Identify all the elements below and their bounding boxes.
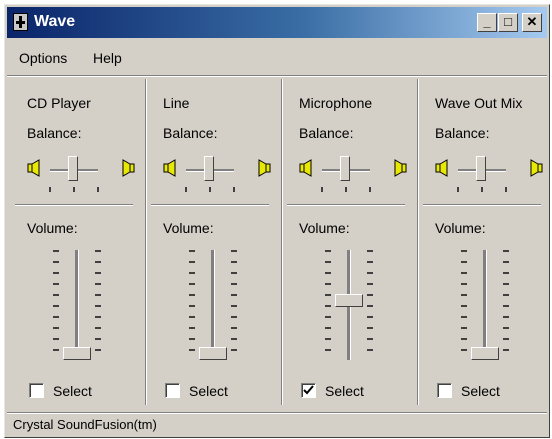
- volume-slider-thumb[interactable]: [199, 347, 227, 360]
- channel-wave-out-mix: Wave Out Mix Balance: Volume: Select: [417, 79, 551, 405]
- select-label[interactable]: Select: [461, 383, 500, 399]
- speaker-right-icon: [122, 159, 135, 177]
- select-checkbox[interactable]: [301, 383, 316, 398]
- volume-label: Volume:: [435, 220, 486, 236]
- speaker-right-icon: [394, 159, 407, 177]
- volume-slider[interactable]: [325, 250, 373, 362]
- menu-options[interactable]: Options: [19, 50, 67, 66]
- balance-label: Balance:: [27, 125, 82, 141]
- balance-label: Balance:: [163, 125, 218, 141]
- balance-slider[interactable]: [175, 154, 245, 194]
- volume-slider-thumb[interactable]: [335, 293, 363, 307]
- volume-slider-thumb[interactable]: [63, 347, 91, 360]
- channel-name: Line: [163, 95, 190, 111]
- volume-slider-thumb[interactable]: [471, 347, 499, 360]
- speaker-right-icon: [530, 159, 543, 177]
- divider: [151, 204, 269, 206]
- volume-label: Volume:: [27, 220, 78, 236]
- balance-slider-thumb[interactable]: [340, 156, 350, 181]
- divider: [287, 204, 405, 206]
- menu-help[interactable]: Help: [93, 50, 122, 66]
- select-label[interactable]: Select: [53, 383, 92, 399]
- divider: [423, 204, 541, 206]
- balance-label: Balance:: [435, 125, 490, 141]
- balance-slider-thumb[interactable]: [68, 156, 78, 181]
- speaker-right-icon: [258, 159, 271, 177]
- balance-slider[interactable]: [447, 154, 517, 194]
- select-label[interactable]: Select: [189, 383, 228, 399]
- volume-control-icon[interactable]: [13, 13, 28, 31]
- close-button[interactable]: ✕: [522, 13, 542, 32]
- channel-cd-player: CD Player Balance: Volume: Select: [9, 79, 143, 405]
- channel-microphone: Microphone Balance: Volume: Select: [281, 79, 415, 405]
- channel-name: Microphone: [299, 95, 373, 111]
- volume-slider[interactable]: [461, 250, 509, 362]
- status-bar: Crystal SoundFusion(tm): [7, 412, 547, 436]
- volume-label: Volume:: [163, 220, 214, 236]
- balance-slider-thumb[interactable]: [204, 156, 214, 181]
- title-bar[interactable]: Wave _ □ ✕: [7, 7, 547, 38]
- select-checkbox[interactable]: [165, 383, 180, 398]
- maximize-button[interactable]: □: [498, 13, 518, 32]
- channel-line: Line Balance: Volume: Select: [145, 79, 279, 405]
- volume-label: Volume:: [299, 220, 350, 236]
- mixer-window: Wave _ □ ✕ Options Help CD Player Balanc…: [4, 4, 550, 438]
- select-label[interactable]: Select: [325, 383, 364, 399]
- select-checkbox[interactable]: [29, 383, 44, 398]
- balance-slider[interactable]: [39, 154, 109, 194]
- divider: [15, 204, 133, 206]
- balance-slider-thumb[interactable]: [476, 156, 486, 181]
- select-checkbox[interactable]: [437, 383, 452, 398]
- checkmark-icon: [303, 385, 314, 395]
- status-text: Crystal SoundFusion(tm): [13, 417, 157, 432]
- balance-slider[interactable]: [311, 154, 381, 194]
- volume-slider[interactable]: [53, 250, 101, 362]
- balance-label: Balance:: [299, 125, 354, 141]
- menu-bar: Options Help: [7, 41, 547, 76]
- minimize-button[interactable]: _: [477, 13, 497, 32]
- volume-slider[interactable]: [189, 250, 237, 362]
- channel-name: Wave Out Mix: [435, 95, 523, 111]
- window-title: Wave: [34, 13, 76, 30]
- channel-name: CD Player: [27, 95, 91, 111]
